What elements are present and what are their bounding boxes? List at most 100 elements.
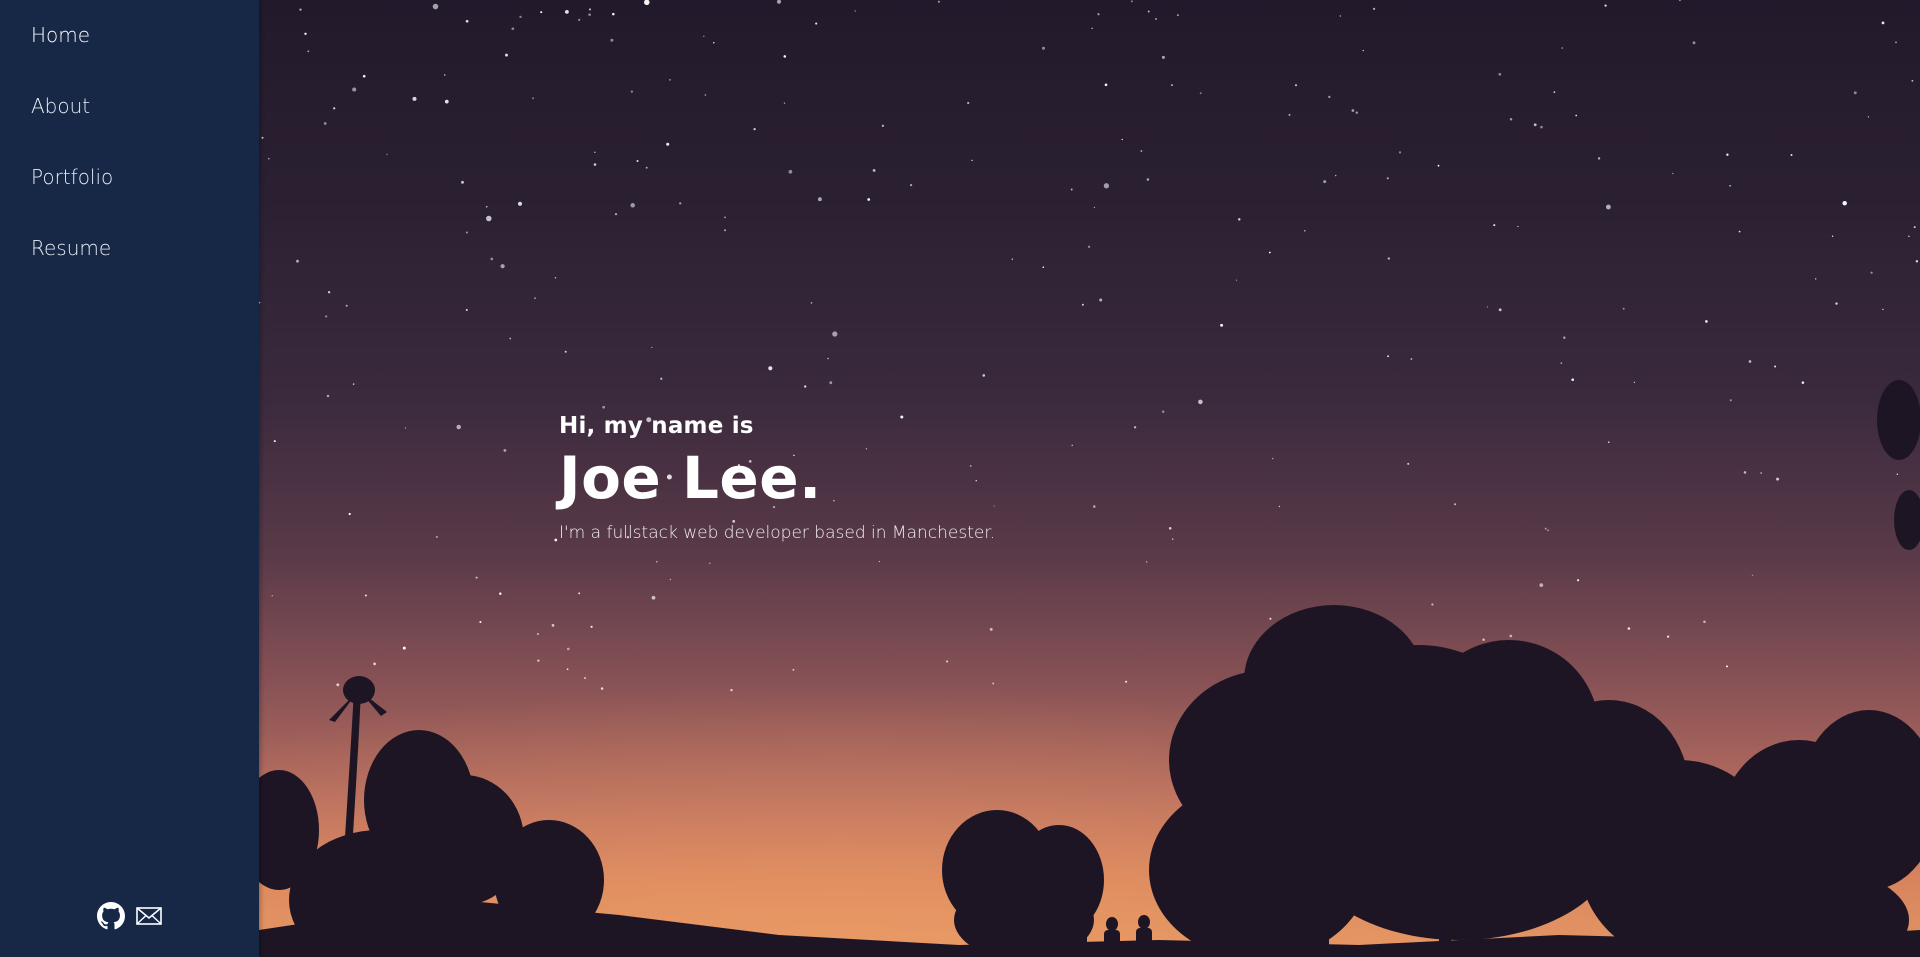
star xyxy=(326,394,330,398)
star xyxy=(519,15,522,19)
star xyxy=(503,448,507,452)
greeting-text: Hi, my name is xyxy=(559,413,754,439)
star xyxy=(593,163,597,166)
star xyxy=(1238,218,1241,221)
star xyxy=(1751,574,1754,577)
star xyxy=(1882,308,1884,311)
nav-item-home[interactable]: Home xyxy=(0,0,259,71)
star xyxy=(1790,154,1793,156)
star xyxy=(1729,399,1732,402)
star xyxy=(909,183,913,187)
star xyxy=(1373,7,1376,10)
star xyxy=(1011,258,1014,260)
star xyxy=(386,153,388,156)
github-icon[interactable] xyxy=(96,902,125,930)
star xyxy=(323,122,327,125)
star xyxy=(1093,206,1095,208)
star xyxy=(669,79,671,81)
nav-item-resume[interactable]: Resume xyxy=(0,213,259,284)
star xyxy=(578,18,581,21)
nav-item-about[interactable]: About xyxy=(0,71,259,142)
star xyxy=(1362,49,1364,52)
star xyxy=(992,682,995,685)
star xyxy=(1842,200,1847,206)
page: Home About Portfolio Resume Hi, my name … xyxy=(0,0,1920,957)
star xyxy=(456,424,461,430)
star xyxy=(810,302,813,304)
star xyxy=(1235,279,1238,281)
star xyxy=(404,427,407,429)
envelope-icon[interactable] xyxy=(135,902,163,930)
star xyxy=(1729,184,1731,187)
star xyxy=(1895,41,1897,44)
star xyxy=(1278,505,1281,508)
star xyxy=(1269,617,1272,620)
star xyxy=(1835,302,1838,305)
star xyxy=(1103,183,1110,189)
star xyxy=(1328,95,1331,99)
social-links xyxy=(0,902,259,930)
star xyxy=(817,197,822,202)
star xyxy=(730,688,733,692)
star xyxy=(1776,477,1780,481)
star xyxy=(352,87,357,92)
star xyxy=(1198,399,1203,405)
star xyxy=(804,385,807,388)
star xyxy=(1563,336,1566,339)
star xyxy=(1896,473,1898,475)
star xyxy=(1335,174,1337,177)
star xyxy=(753,127,756,131)
star xyxy=(1070,188,1073,191)
star xyxy=(1091,27,1093,29)
star xyxy=(412,96,417,101)
star xyxy=(325,315,328,318)
star xyxy=(724,216,726,219)
star xyxy=(1597,157,1601,160)
star xyxy=(832,331,838,337)
star xyxy=(299,8,302,11)
star xyxy=(1071,444,1073,447)
star xyxy=(1517,225,1519,228)
star xyxy=(1486,306,1489,308)
star xyxy=(1831,235,1834,237)
star xyxy=(610,38,614,42)
star xyxy=(614,212,618,216)
star xyxy=(1155,18,1157,20)
star xyxy=(348,512,351,516)
hero-section: Hi, my name is Joe Lee. I'm a fullstack … xyxy=(259,0,1920,957)
star xyxy=(566,668,569,671)
star xyxy=(536,632,539,636)
star xyxy=(1104,83,1108,87)
star xyxy=(1437,164,1440,167)
star xyxy=(1692,41,1696,45)
star xyxy=(1387,257,1390,260)
star xyxy=(1042,46,1045,50)
star xyxy=(1042,266,1045,269)
star xyxy=(1323,180,1327,184)
star xyxy=(971,159,973,162)
sidebar: Home About Portfolio Resume xyxy=(0,0,259,957)
star xyxy=(1125,680,1128,683)
star xyxy=(881,124,885,127)
star xyxy=(537,659,540,662)
star xyxy=(540,11,543,14)
star xyxy=(1606,204,1611,210)
star xyxy=(867,198,871,201)
star xyxy=(1498,308,1502,312)
star xyxy=(1577,579,1580,582)
star xyxy=(612,12,615,16)
star xyxy=(1533,123,1537,127)
star xyxy=(566,647,570,651)
night-sky-background xyxy=(259,0,1920,957)
star xyxy=(1147,10,1150,13)
star xyxy=(1387,355,1390,358)
star xyxy=(713,42,715,44)
star xyxy=(669,578,672,581)
nav-item-portfolio[interactable]: Portfolio xyxy=(0,142,259,213)
star xyxy=(1121,138,1123,141)
star xyxy=(486,215,492,222)
star xyxy=(989,627,993,631)
star xyxy=(444,99,449,104)
star xyxy=(651,595,656,600)
star xyxy=(645,166,648,169)
